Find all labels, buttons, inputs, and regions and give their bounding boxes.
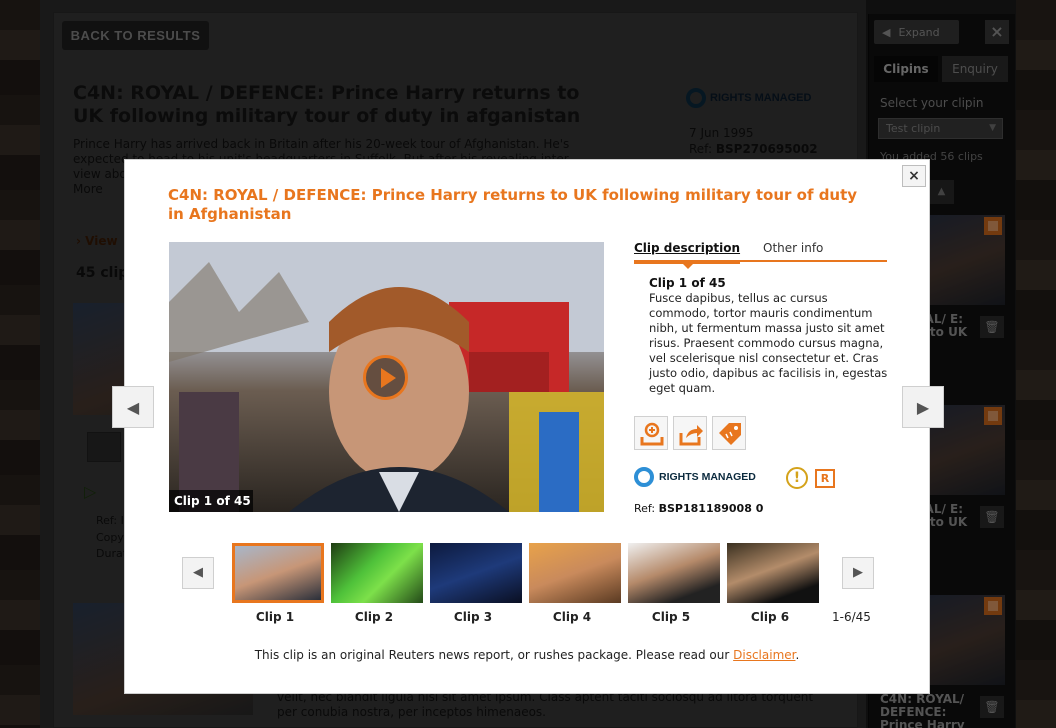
clip-thumbnail-label: Clip 6 (750, 610, 790, 624)
price-tag-icon (719, 423, 741, 445)
clip-thumbnail-1[interactable] (232, 543, 324, 603)
clips-range: 1-6/45 (832, 610, 871, 624)
clip-thumbnail-6[interactable] (727, 543, 819, 603)
clip-thumbnail-4[interactable] (529, 543, 621, 603)
tab-other-info[interactable]: Other info (763, 240, 823, 256)
modal-rights-managed-label: RIGHTS MANAGED (659, 471, 756, 483)
disclaimer-text: This clip is an original Reuters news re… (254, 648, 730, 662)
modal-ref-value: BSP181189008 0 (658, 502, 764, 515)
clip-thumbnail-label: Clip 5 (651, 610, 691, 624)
clip-description-text: Fusce dapibus, tellus ac cursus commodo,… (649, 291, 888, 395)
modal-title: C4N: ROYAL / DEFENCE: Prince Harry retur… (168, 186, 858, 223)
modal-rights-managed-badge: RIGHTS MANAGED (634, 467, 756, 487)
rights-ring-icon (634, 467, 654, 487)
restricted-badge: R (815, 469, 835, 488)
clip-thumbnail-label: Clip 1 (255, 610, 295, 624)
active-tab-arrow-icon (681, 262, 695, 269)
share-icon (679, 425, 703, 446)
warning-icon[interactable]: ! (786, 467, 808, 489)
clip-description-heading: Clip 1 of 45 (649, 276, 726, 290)
modal-ref-label: Ref: (634, 502, 656, 515)
clip-thumbnail-5[interactable] (628, 543, 720, 603)
add-to-clipin-icon (640, 422, 664, 446)
price-tag-button[interactable] (712, 416, 746, 450)
clip-thumbnail-label: Clip 3 (453, 610, 493, 624)
tab-clip-description[interactable]: Clip description (634, 240, 740, 256)
disclaimer-link[interactable]: Disclaimer (733, 648, 795, 662)
share-button[interactable] (673, 416, 707, 450)
thumbnails-prev-button[interactable]: ◀ (182, 557, 214, 589)
disclaimer-end: . (795, 648, 800, 662)
play-button[interactable] (363, 355, 408, 400)
add-to-clipin-button[interactable] (634, 416, 668, 450)
thumbnails-next-button[interactable]: ▶ (842, 557, 874, 589)
clip-info-tabs: Clip description Other info (634, 240, 887, 262)
disclaimer-note: This clip is an original Reuters news re… (124, 648, 930, 662)
prev-clip-button[interactable]: ◀ (112, 386, 154, 428)
modal-close-icon[interactable]: × (902, 165, 926, 187)
modal-ref: Ref: BSP181189008 0 (634, 502, 763, 515)
clip-thumbnail-2[interactable] (331, 543, 423, 603)
clip-thumbnail-3[interactable] (430, 543, 522, 603)
next-clip-button[interactable]: ▶ (902, 386, 944, 428)
clip-thumbnail-label: Clip 2 (354, 610, 394, 624)
video-clip-label: Clip 1 of 45 (169, 490, 253, 512)
clip-thumbnail-label: Clip 4 (552, 610, 592, 624)
